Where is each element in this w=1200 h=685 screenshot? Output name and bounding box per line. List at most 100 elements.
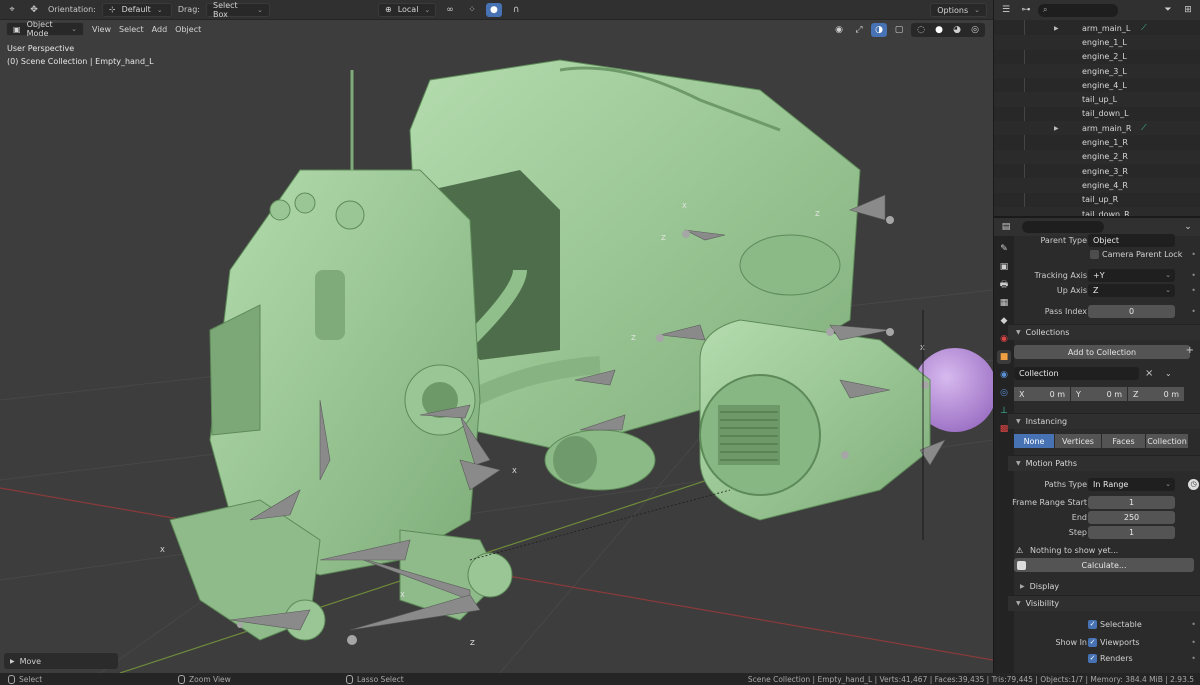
collections-panel-header[interactable]: ▼ Collections — [1008, 324, 1200, 340]
outliner-item[interactable]: tail_up_L — [994, 92, 1200, 107]
parent-type-dropdown[interactable]: Object — [1088, 233, 1175, 247]
expand-arrow-icon[interactable]: ▶ — [1054, 25, 1059, 32]
display-mode-icon[interactable]: ⊶ — [1018, 3, 1034, 17]
outliner-search-input[interactable]: ⌕ — [1038, 3, 1118, 17]
instancing-option[interactable]: Faces — [1102, 434, 1145, 448]
instancing-option[interactable]: Collection — [1146, 434, 1188, 448]
constraints-tab-icon[interactable]: ◎ — [997, 386, 1011, 400]
3d-viewport[interactable]: X Z Z Z X X Z X X ▣ Object Mode ⌄ View Select … — [0, 20, 993, 673]
motion-paths-panel-header[interactable]: ▼ Motion Paths — [1008, 455, 1200, 471]
keyframe-dot-icon[interactable]: • — [1191, 620, 1196, 629]
render-tab-icon[interactable]: ▣ — [997, 260, 1011, 274]
scene-statistics: Scene Collection | Empty_hand_L | Verts:… — [747, 674, 1194, 684]
menu-view[interactable]: View — [92, 25, 111, 34]
pass-index-field[interactable]: 0 — [1088, 304, 1175, 318]
outliner-item[interactable]: engine_3_L — [994, 63, 1200, 79]
outliner-item[interactable]: tail_up_R — [994, 193, 1200, 207]
properties-search-input[interactable] — [1022, 221, 1104, 233]
falloff-icon[interactable]: ∩ — [508, 3, 524, 17]
outliner-item[interactable]: ▶ arm_main_R ⟋ — [994, 121, 1200, 136]
collection-menu-icon[interactable]: ⌄ — [1165, 369, 1172, 378]
link-icon[interactable]: ∞ — [442, 3, 458, 17]
outliner-editor-icon[interactable]: ☰ — [998, 3, 1014, 17]
add-icon[interactable]: + — [1186, 345, 1194, 356]
properties-editor-icon[interactable]: ▤ — [998, 220, 1014, 234]
outliner-item[interactable]: engine_4_R — [994, 178, 1200, 193]
paths-type-dropdown[interactable]: In Range ⌄ — [1088, 477, 1175, 491]
transform-icon[interactable]: ✥ — [26, 3, 42, 17]
mouse-left-icon — [8, 674, 15, 684]
outliner-item[interactable]: engine_4_L — [994, 78, 1200, 92]
offset-y-value: 0 m — [1106, 389, 1122, 399]
wireframe-icon[interactable]: ◌ — [913, 23, 929, 37]
step-field[interactable]: 1 — [1088, 525, 1175, 539]
pin-icon[interactable]: ⌄ — [1180, 220, 1196, 234]
outliner-item[interactable]: engine_1_R — [994, 135, 1200, 149]
keyframe-dot-icon[interactable]: • — [1191, 654, 1196, 663]
outliner-item[interactable]: ▶ arm_main_L ⟋ — [994, 21, 1200, 35]
menu-object[interactable]: Object — [175, 25, 201, 34]
xray-icon[interactable]: ▢ — [891, 23, 907, 37]
clock-icon[interactable]: ◷ — [1188, 478, 1199, 490]
outliner-item[interactable]: tail_down_L — [994, 107, 1200, 121]
selectable-checkbox[interactable]: ✓ — [1088, 619, 1097, 629]
offset-x-field[interactable]: X 0 m — [1014, 387, 1070, 401]
mode-dropdown[interactable]: ▣ Object Mode ⌄ — [6, 20, 84, 38]
perspective-label: User Perspective — [7, 44, 75, 53]
keyframe-dot-icon[interactable]: • — [1191, 250, 1196, 259]
keyframe-dot-icon[interactable]: • — [1191, 271, 1196, 280]
display-panel-header[interactable]: ▶ Display — [1008, 578, 1200, 594]
tracking-axis-dropdown[interactable]: +Y ⌄ — [1088, 268, 1175, 282]
outliner-item[interactable]: engine_3_R — [994, 164, 1200, 178]
instancing-panel-header[interactable]: ▼ Instancing — [1008, 413, 1200, 429]
collection-name-field[interactable]: Collection — [1014, 366, 1139, 380]
keyframe-dot-icon[interactable]: • — [1191, 307, 1196, 316]
filter-icon[interactable]: ⏷ — [1160, 3, 1176, 17]
editor-type-icon[interactable]: ⌖ — [4, 3, 20, 17]
keyframe-dot-icon[interactable]: • — [1191, 286, 1196, 295]
rendered-icon[interactable]: ◎ — [967, 23, 983, 37]
view-layer-tab-icon[interactable]: ▦ — [997, 296, 1011, 310]
proportional-edit-icon[interactable]: ● — [485, 2, 502, 17]
add-to-collection-button[interactable]: Add to Collection — [1014, 345, 1190, 359]
output-tab-icon[interactable]: 🖶 — [997, 278, 1011, 292]
frame-end-field[interactable]: 250 — [1088, 510, 1175, 524]
outliner-item[interactable]: engine_2_L — [994, 50, 1200, 64]
pivot-dropdown[interactable]: ⊕ Local ⌄ — [377, 2, 436, 17]
camera-parent-lock-checkbox[interactable] — [1090, 249, 1099, 259]
frame-start-field[interactable]: 1 — [1088, 495, 1175, 509]
snap-icon[interactable]: ⁘ — [464, 3, 480, 17]
menu-select[interactable]: Select — [119, 25, 144, 34]
physics-tab-icon[interactable]: ◉ — [997, 368, 1011, 382]
up-axis-label: Up Axis — [1056, 285, 1087, 295]
solid-icon[interactable]: ● — [931, 23, 947, 37]
outliner-item[interactable]: engine_1_L — [994, 35, 1200, 50]
orientation-dropdown[interactable]: ⊹ Default ⌄ — [101, 2, 172, 17]
gizmo-icon[interactable]: ⤢ — [851, 23, 867, 37]
instancing-option[interactable]: Vertices — [1055, 434, 1101, 448]
calculate-button[interactable]: Calculate... — [1014, 558, 1194, 572]
keyframe-dot-icon[interactable]: • — [1191, 638, 1196, 647]
material-icon[interactable]: ◕ — [949, 23, 965, 37]
menu-add[interactable]: Add — [152, 25, 168, 34]
options-dropdown[interactable]: Options ⌄ — [930, 3, 987, 17]
expand-arrow-icon[interactable]: ▶ — [1054, 125, 1059, 132]
chevron-down-icon: ⌄ — [156, 5, 163, 14]
up-axis-dropdown[interactable]: Z ⌄ — [1088, 283, 1175, 297]
drag-dropdown[interactable]: Select Box ⌄ — [205, 1, 270, 19]
outliner-item[interactable]: engine_2_R — [994, 149, 1200, 164]
last-operator-panel[interactable]: ▶ Move — [4, 653, 118, 669]
renders-checkbox[interactable]: ✓ — [1088, 653, 1097, 663]
offset-y-field[interactable]: Y 0 m — [1071, 387, 1127, 401]
viewports-checkbox[interactable]: ✓ — [1088, 637, 1097, 647]
offset-z-field[interactable]: Z 0 m — [1128, 387, 1184, 401]
instancing-option[interactable]: None — [1014, 434, 1054, 448]
visibility-icon[interactable]: ◉ — [831, 23, 847, 37]
tool-tab-icon[interactable]: ✎ — [997, 242, 1011, 256]
overlay-icon[interactable]: ◑ — [871, 23, 887, 37]
visibility-panel-header[interactable]: ▼ Visibility — [1008, 595, 1200, 611]
new-collection-icon[interactable]: ⊞ — [1180, 3, 1196, 17]
remove-icon[interactable]: × — [1145, 368, 1153, 379]
chevron-down-icon: ⌄ — [424, 5, 431, 14]
object-tab-icon[interactable]: ■ — [997, 350, 1011, 364]
